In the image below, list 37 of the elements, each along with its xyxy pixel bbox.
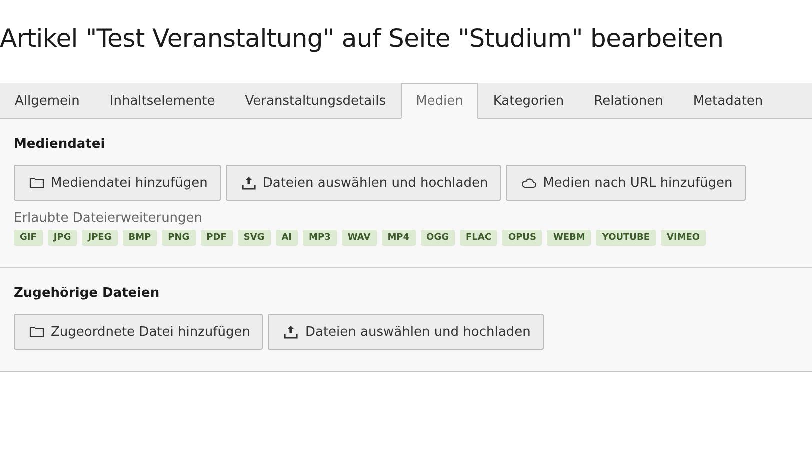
extensions-label: Erlaubte Dateierweiterungen — [14, 211, 204, 226]
section-heading: Zugehörige Dateien — [14, 286, 161, 301]
action-button[interactable]: Mediendatei hinzufügen — [14, 165, 221, 201]
extension-badge: WAV — [342, 230, 377, 246]
extension-badge: GIF — [14, 230, 43, 246]
action-button[interactable]: Dateien auswählen und hochladen — [268, 314, 544, 350]
tab[interactable]: Veranstaltungsdetails — [230, 83, 402, 119]
extension-badge: OPUS — [502, 230, 542, 246]
action-button[interactable]: Zugeordnete Datei hinzufügen — [14, 314, 264, 350]
extension-badge: PNG — [162, 230, 196, 246]
upload-icon — [283, 324, 300, 340]
folder-icon — [29, 324, 45, 340]
extension-badge: YOUTUBE — [596, 230, 656, 246]
tab[interactable]: Medien — [401, 83, 478, 119]
extension-badge: BMP — [122, 230, 158, 246]
action-button[interactable]: Medien nach URL hinzufügen — [506, 165, 746, 201]
extension-badge: AI — [276, 230, 298, 246]
action-button[interactable]: Dateien auswählen und hochladen — [226, 165, 502, 201]
extension-badge: MP3 — [303, 230, 337, 246]
extension-badge: PDF — [200, 230, 233, 246]
section-heading: Mediendatei — [14, 137, 106, 152]
tab[interactable]: Relationen — [579, 83, 678, 119]
tab[interactable]: Metadaten — [678, 83, 778, 119]
tab[interactable]: Allgemein — [0, 83, 95, 119]
tab[interactable]: Kategorien — [478, 83, 580, 119]
extension-badge: VIMEO — [661, 230, 706, 246]
extension-badge: MP4 — [382, 230, 416, 246]
extension-badge: WEBM — [547, 230, 592, 246]
extension-badge: OGG — [420, 230, 455, 246]
page-title: Artikel "Test Veranstaltung" auf Seite "Studium" bearbeiten — [0, 23, 725, 55]
extension-badge: JPEG — [82, 230, 118, 246]
extension-badge: JPG — [48, 230, 78, 246]
folder-icon — [29, 175, 45, 191]
extension-badge: SVG — [238, 230, 271, 246]
tab[interactable]: Inhaltselemente — [94, 83, 230, 119]
extension-badge: FLAC — [460, 230, 498, 246]
upload-icon — [240, 175, 257, 191]
